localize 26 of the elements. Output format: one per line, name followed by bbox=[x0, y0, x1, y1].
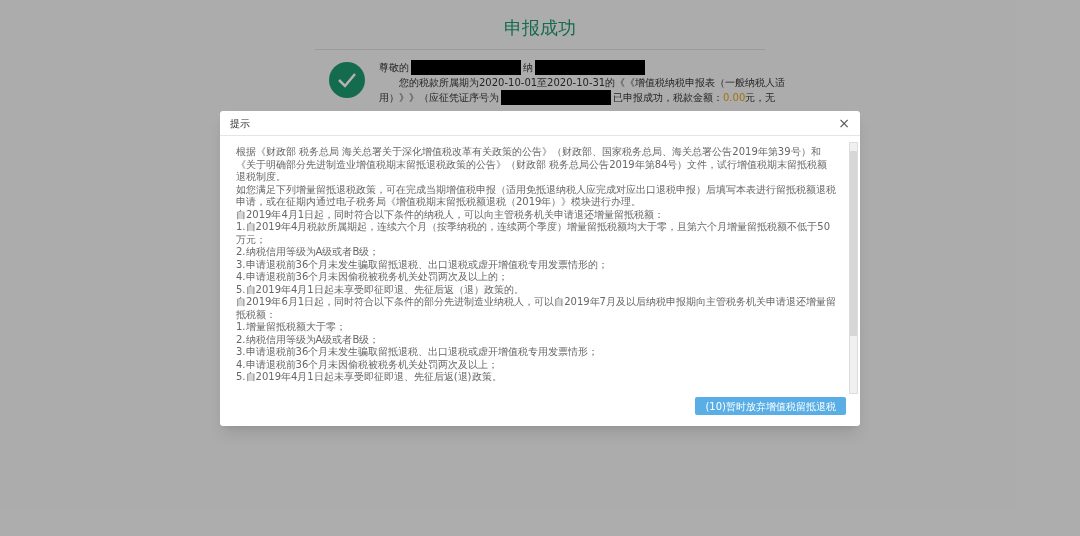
notice-text: 用）》》（应征凭证序号为 bbox=[379, 91, 499, 105]
dialog-paragraph: 2.纳税信用等级为A级或者B级； bbox=[236, 246, 381, 259]
dialog-paragraph: 5.自2019年4月1日起未享受即征即退、先征后返（退）政策的。 bbox=[236, 283, 525, 296]
notice-text: 尊敬的 bbox=[379, 61, 409, 75]
dialog-paragraph: 2.纳税信用等级为A级或者B级； bbox=[236, 333, 381, 346]
dialog-paragraph: 根据《财政部 税务总局 海关总署关于深化增值税改革有关政策的公告》（财政部、国家税务总局、海关总署公告2019年第39号）和《关于明确部分先进制造业增值税期末留抵退税政策的公告》（财政部 税务总局公告2019年第84号）文件，试行增值税期末留抵税额退税制度。 bbox=[236, 146, 829, 184]
notice-text: 您的税款所属期为2020-10-01至2020-10-31的《《增值税纳税申报表（一般纳税人适 bbox=[399, 76, 786, 90]
page-title: 申报成功 bbox=[503, 16, 577, 40]
dialog-paragraph: 5.自2019年4月1日起未享受即征即退、先征后返(退)政策。 bbox=[236, 371, 503, 384]
scrollbar[interactable] bbox=[849, 142, 858, 394]
notice-text: 元，无 bbox=[745, 91, 776, 105]
notice-text: 已申报成功，税款金额： bbox=[613, 91, 723, 105]
dialog-paragraph: 如您满足下列增量留抵退税政策，可在完成当期增值税申报（适用免抵退纳税人应完成对应出口退税申报）后填写本表进行留抵税额退税申请，或在征期内通过电子税务局《增值税期末留抵税额退税（2019年）》模块进行办理。 bbox=[236, 183, 837, 209]
close-button[interactable]: × bbox=[838, 116, 850, 130]
dialog-paragraph: 4.申请退税前36个月未因偷税被税务机关处罚两次及以上的； bbox=[236, 271, 510, 284]
dialog-title: 提示 bbox=[230, 116, 250, 131]
dialog-paragraph: 自2019年4月1日起，同时符合以下条件的纳税人，可以向主管税务机关申请退还增量留抵税额： bbox=[236, 208, 666, 221]
dialog-paragraph: 3.申请退税前36个月未发生骗取留抵退税、出口退税或虚开增值税专用发票情形的； bbox=[236, 258, 610, 271]
check-icon bbox=[329, 62, 365, 98]
notice-text: 纳 bbox=[523, 61, 533, 75]
dialog-paragraph: 1.增量留抵税额大于零； bbox=[236, 321, 347, 334]
dialog-paragraph: 3.申请退税前36个月未发生骗取留抵退税、出口退税或虚开增值税专用发票情形； bbox=[236, 346, 600, 359]
dialog-paragraph: 4.申请退税前36个月未因偷税被税务机关处罚两次及以上； bbox=[236, 358, 500, 371]
dialog-paragraph: 1.自2019年4月税款所属期起，连续六个月（按季纳税的，连续两个季度）增量留抵税额均大于零，且第六个月增量留抵税额不低于50万元； bbox=[236, 221, 832, 246]
amount-value: 0.00 bbox=[723, 91, 746, 105]
dialog-paragraph: 自2019年6月1日起，同时符合以下条件的部分先进制造业纳税人，可以自2019年7月及以后纳税申报期向主管税务机关申请退还增量留抵税额： bbox=[236, 296, 837, 321]
